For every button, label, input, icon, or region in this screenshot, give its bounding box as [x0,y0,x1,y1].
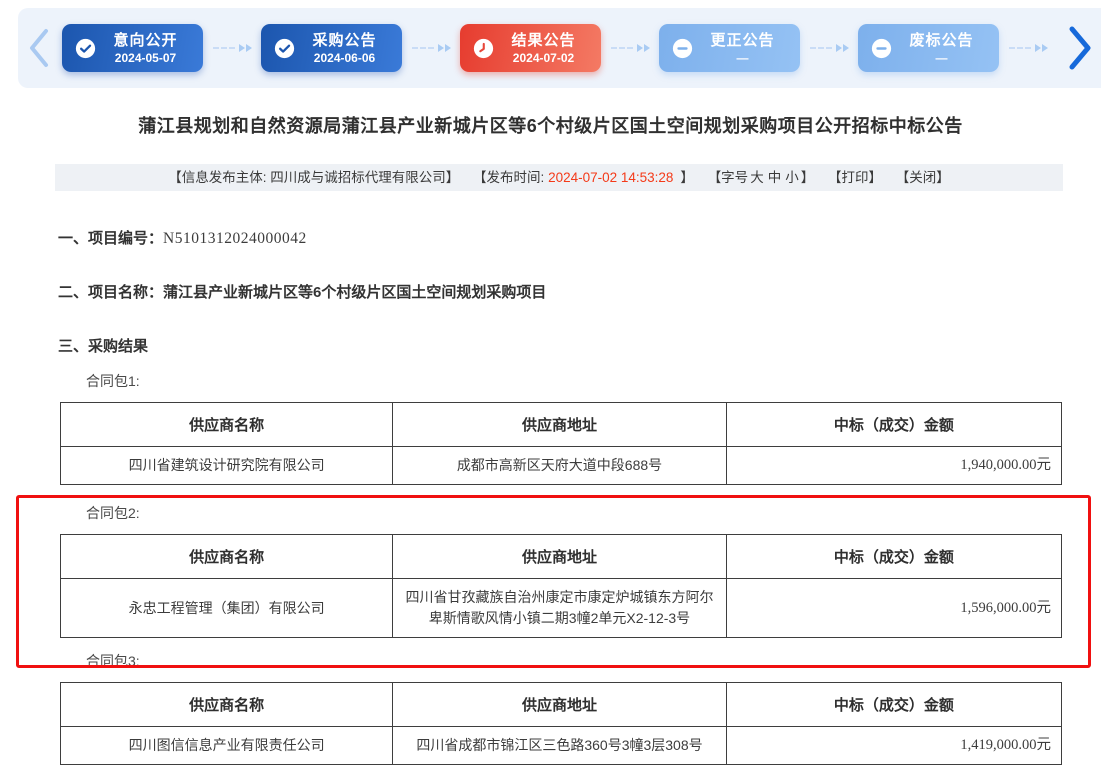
table-header-row: 供应商名称供应商地址中标（成交）金额 [61,403,1062,447]
table-row: 四川省建筑设计研究院有限公司成都市高新区天府大道中段688号1,940,000.… [61,447,1062,485]
package-label: 合同包2: [86,504,1101,523]
font-size-control: 【字号大中小】 [708,170,815,185]
package-label: 合同包1: [86,372,1101,391]
timeline-step-text: 结果公告 2024-07-02 [494,32,601,65]
timeline-prev-button[interactable] [18,23,60,73]
timeline-step[interactable]: 更正公告 — [659,24,800,72]
supplier-name-cell: 四川省建筑设计研究院有限公司 [61,447,393,485]
step-connector-icon [601,44,659,52]
column-header: 供应商名称 [61,535,393,579]
timeline-step-text: 更正公告 — [693,32,800,65]
package-section: 合同包3:供应商名称供应商地址中标（成交）金额四川图信信息产业有限责任公司四川省… [58,652,1101,765]
font-size-prefix: 【字号 [708,170,749,185]
close-button[interactable]: 【关闭】 [896,170,950,185]
supplier-name-cell: 永忠工程管理（集团）有限公司 [61,579,393,638]
package-label: 合同包3: [86,652,1101,671]
column-header: 中标（成交）金额 [726,403,1061,447]
chevron-left-icon [26,27,52,69]
minus-circle-icon [871,38,892,59]
package-section: 合同包1:供应商名称供应商地址中标（成交）金额四川省建筑设计研究院有限公司成都市… [58,372,1101,485]
timeline-step-date: — [693,52,792,65]
step-connector-icon [203,44,261,52]
timeline-step[interactable]: 废标公告 — [858,24,999,72]
amount-cell: 1,419,000.00元 [726,727,1061,765]
timeline-step[interactable]: 结果公告 2024-07-02 [460,24,601,72]
timeline-steps: 意向公开 2024-05-07 采购公告 2024-06-06 结果公告 2024-07-… [60,24,1059,72]
publish-time-value: 2024-07-02 14:53:28 [548,170,673,185]
info-bar: 【信息发布主体: 四川成与诚招标代理有限公司】 【发布时间: 2024-07-0… [55,164,1063,191]
timeline-step[interactable]: 意向公开 2024-05-07 [62,24,203,72]
timeline-step-label: 废标公告 [892,32,991,49]
table-header-row: 供应商名称供应商地址中标（成交）金额 [61,535,1062,579]
timeline-step[interactable]: 采购公告 2024-06-06 [261,24,402,72]
step-connector-icon [800,44,858,52]
column-header: 中标（成交）金额 [726,535,1061,579]
table-row: 永忠工程管理（集团）有限公司四川省甘孜藏族自治州康定市康定炉城镇东方阿尔卑斯情歌… [61,579,1062,638]
table-row: 四川图信信息产业有限责任公司四川省成都市锦江区三色路360号3幢3层308号1,… [61,727,1062,765]
publish-time-prefix: 【发布时间: [473,170,548,185]
font-size-large-button[interactable]: 大 [750,170,764,185]
project-number-section: 一、项目编号：N5101312024000042 [58,228,1101,249]
clock-icon [473,38,494,59]
project-name-value: 蒲江县产业新城片区等6个村级片区国土空间规划采购项目 [163,284,546,301]
amount-cell: 1,596,000.00元 [726,579,1061,638]
publish-time-suffix: 】 [680,170,694,185]
column-header: 中标（成交）金额 [726,683,1061,727]
packages-list: 合同包1:供应商名称供应商地址中标（成交）金额四川省建筑设计研究院有限公司成都市… [58,372,1101,765]
timeline-step-text: 采购公告 2024-06-06 [295,32,402,65]
supplier-table: 供应商名称供应商地址中标（成交）金额四川图信信息产业有限责任公司四川省成都市锦江… [60,682,1062,765]
timeline-step-date: 2024-07-02 [494,52,593,65]
project-number-label: 一、项目编号： [58,230,163,247]
column-header: 供应商名称 [61,683,393,727]
check-circle-icon [274,38,295,59]
project-name-section: 二、项目名称：蒲江县产业新城片区等6个村级片区国土空间规划采购项目 [58,282,1101,303]
timeline-step-date: — [892,52,991,65]
supplier-address-cell: 四川省成都市锦江区三色路360号3幢3层308号 [393,727,726,765]
timeline-step-text: 意向公开 2024-05-07 [96,32,203,65]
supplier-name-cell: 四川图信信息产业有限责任公司 [61,727,393,765]
column-header: 供应商地址 [393,403,726,447]
supplier-table: 供应商名称供应商地址中标（成交）金额永忠工程管理（集团）有限公司四川省甘孜藏族自… [60,534,1062,638]
step-connector-icon [999,44,1057,52]
font-size-medium-button[interactable]: 中 [768,170,782,185]
minus-circle-icon [672,38,693,59]
timeline-step-date: 2024-06-06 [295,52,394,65]
timeline-step-date: 2024-05-07 [96,52,195,65]
font-size-suffix: 】 [801,170,815,185]
table-header-row: 供应商名称供应商地址中标（成交）金额 [61,683,1062,727]
column-header: 供应商地址 [393,683,726,727]
supplier-table: 供应商名称供应商地址中标（成交）金额四川省建筑设计研究院有限公司成都市高新区天府… [60,402,1062,485]
announcement-body: 一、项目编号：N5101312024000042 二、项目名称：蒲江县产业新城片… [58,228,1101,765]
project-name-label: 二、项目名称： [58,284,163,301]
column-header: 供应商名称 [61,403,393,447]
timeline-step-label: 更正公告 [693,32,792,49]
step-connector-icon [402,44,460,52]
timeline-step-label: 结果公告 [494,32,593,49]
check-circle-icon [75,38,96,59]
font-size-small-button[interactable]: 小 [785,170,799,185]
timeline-step-text: 废标公告 — [892,32,999,65]
timeline: 意向公开 2024-05-07 采购公告 2024-06-06 结果公告 2024-07-… [18,8,1101,88]
print-button[interactable]: 【打印】 [828,170,882,185]
timeline-step-label: 意向公开 [96,32,195,49]
timeline-step-label: 采购公告 [295,32,394,49]
supplier-address-cell: 成都市高新区天府大道中段688号 [393,447,726,485]
supplier-address-cell: 四川省甘孜藏族自治州康定市康定炉城镇东方阿尔卑斯情歌风情小镇二期3幢2单元X2-… [393,579,726,638]
publish-time: 【发布时间: 2024-07-02 14:53:28 】 [473,170,694,185]
column-header: 供应商地址 [393,535,726,579]
page-title: 蒲江县规划和自然资源局蒲江县产业新城片区等6个村级片区国土空间规划采购项目公开招… [60,114,1041,139]
timeline-next-button[interactable] [1059,23,1101,73]
amount-cell: 1,940,000.00元 [726,447,1061,485]
publisher-info: 【信息发布主体: 四川成与诚招标代理有限公司】 [168,170,459,185]
chevron-right-icon [1065,25,1095,71]
project-number-value: N5101312024000042 [163,230,307,247]
procurement-result-heading: 三、采购结果 [58,336,1101,357]
package-section: 合同包2:供应商名称供应商地址中标（成交）金额永忠工程管理（集团）有限公司四川省… [58,504,1101,638]
